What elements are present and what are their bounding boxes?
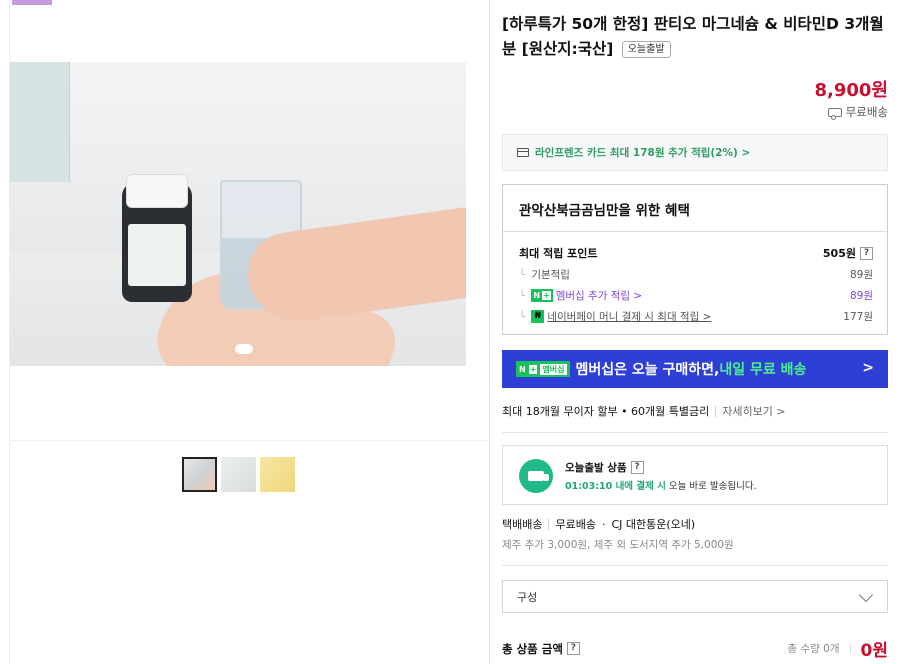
shipping-carrier: CJ 대한통운(오네) (611, 518, 696, 531)
delivery-truck-icon (519, 459, 553, 493)
shipping-type: 택배배송 (502, 518, 543, 531)
membership-points-row[interactable]: └ N + 멤버십 추가 적립 > 89원 (519, 288, 873, 303)
help-icon[interactable]: ? (630, 461, 644, 474)
naverpay-points-row[interactable]: └ ₦ 네이버페이 머니 결제 시 최대 적립 > 177원 (519, 309, 873, 324)
base-points-value: 89원 (849, 269, 873, 281)
naverpay-points-label: 네이버페이 머니 결제 시 최대 적립 > (547, 311, 712, 323)
max-points-label: 최대 적립 포인트 (519, 247, 598, 260)
option-select-label: 구성 (517, 590, 538, 604)
naverpay-points-value: 177원 (843, 311, 873, 323)
panel-divider (489, 0, 490, 664)
max-points-row: 최대 적립 포인트 505원 ? (519, 245, 873, 261)
delivery-desc: 01:03:10 내에 결제 시 오늘 바로 발송됩니다. (565, 478, 757, 492)
shipping-method: 택배배송 무료배송 · CJ 대한통운(오네) (502, 516, 695, 532)
product-price: 8,900원 (814, 80, 889, 101)
benefit-title: 관악산북금곰님만을 위한 혜택 (519, 203, 690, 219)
thumbnail-divider (10, 440, 488, 441)
benefit-box: 관악산북금곰님만을 위한 혜택 최대 적립 포인트 505원 ? └ 기본적립 8… (502, 184, 888, 335)
total-amount: 0원 (860, 641, 888, 661)
delivery-title: 오늘출발 상품 ? (565, 460, 644, 475)
membership-points-label: 멤버십 추가 적립 > (555, 290, 643, 302)
delivery-title-text: 오늘출발 상품 (565, 462, 627, 474)
max-points-value: 505원 (822, 247, 856, 260)
bottle-label (128, 224, 186, 286)
base-points-label: 기본적립 (531, 269, 570, 281)
thumbnail-list (182, 457, 295, 492)
card-offer[interactable]: 라인프렌즈 카드 최대 178원 추가 적립(2%) > (502, 134, 888, 171)
installment-details-link[interactable]: 자세히보기 > (722, 403, 785, 419)
base-points-row: └ 기본적립 89원 (519, 267, 873, 282)
card-offer-text: 라인프렌즈 카드 최대 178원 추가 적립(2%) > (535, 147, 751, 159)
shipping-label: 무료배송 (845, 105, 888, 119)
membership-highlight: 내일 무료 배송 (719, 362, 807, 378)
pill (235, 344, 253, 354)
chevron-right-icon: > (862, 360, 874, 376)
supplement-bottle (122, 174, 192, 302)
section-divider (502, 432, 888, 433)
chevron-down-icon (858, 587, 874, 603)
product-title-text: [하루특가 50개 한정] 판티오 마그네슘 & 비타민D 3개월분 [원산지:… (502, 15, 884, 58)
total-quantity: 총 수량 0개 (787, 643, 840, 655)
shipping-info: 무료배송 (827, 104, 888, 120)
total-price-row: 총 상품 금액 ? 총 수량 0개 0원 (502, 636, 888, 661)
tree-branch-icon: └ (519, 268, 526, 281)
product-title: [하루특가 50개 한정] 판티오 마그네슘 & 비타민D 3개월분 [원산지:… (502, 12, 892, 62)
bottle-cap (126, 174, 188, 208)
separator (849, 643, 851, 654)
today-delivery-box: 오늘출발 상품 ? 01:03:10 내에 결제 시 오늘 바로 발송됩니다. (502, 445, 888, 505)
separator (715, 405, 717, 417)
benefit-divider (503, 231, 887, 232)
main-product-image[interactable] (10, 62, 466, 366)
today-ship-badge: 오늘출발 (621, 41, 671, 58)
tree-branch-icon: └ (519, 310, 526, 323)
truck-icon (827, 107, 842, 120)
delivery-countdown: 01:03:10 내에 결제 시 (565, 481, 666, 492)
naver-plus-icon: N + (531, 289, 553, 302)
total-label: 총 상품 금액 (502, 641, 563, 656)
credit-card-icon (517, 148, 529, 157)
membership-text: 멤버십은 오늘 구매하면, (575, 362, 720, 378)
delivery-desc-text: 오늘 바로 발송됩니다. (668, 481, 757, 492)
promo-tag (12, 0, 52, 5)
shipping-extra-fee: 제주 추가 3,000원, 제주 외 도서지역 추가 5,000원 (502, 539, 734, 551)
naver-membership-logo: N + 멤버십 (516, 361, 570, 377)
installment-text: 최대 18개월 무이자 할부 • 60개월 특별금리 (502, 405, 710, 418)
thumbnail-2[interactable] (221, 457, 256, 492)
background-shelf (10, 62, 70, 182)
help-icon[interactable]: ? (566, 642, 580, 655)
tree-branch-icon: └ (519, 289, 526, 302)
dot-separator: · (601, 517, 606, 531)
thumbnail-1[interactable] (182, 457, 217, 492)
separator (548, 518, 550, 530)
section-divider (502, 565, 888, 566)
naver-pay-icon: ₦ (531, 310, 545, 323)
membership-banner[interactable]: N + 멤버십 멤버십은 오늘 구매하면, 내일 무료 배송 > (502, 350, 888, 388)
product-gallery (0, 0, 490, 664)
help-icon[interactable]: ? (860, 246, 873, 260)
thumbnail-3[interactable] (260, 457, 295, 492)
membership-points-value: 89원 (849, 290, 873, 302)
installment-info: 최대 18개월 무이자 할부 • 60개월 특별금리 자세히보기 > (502, 403, 786, 419)
shipping-fee: 무료배송 (555, 518, 596, 531)
option-select[interactable]: 구성 (502, 580, 888, 613)
